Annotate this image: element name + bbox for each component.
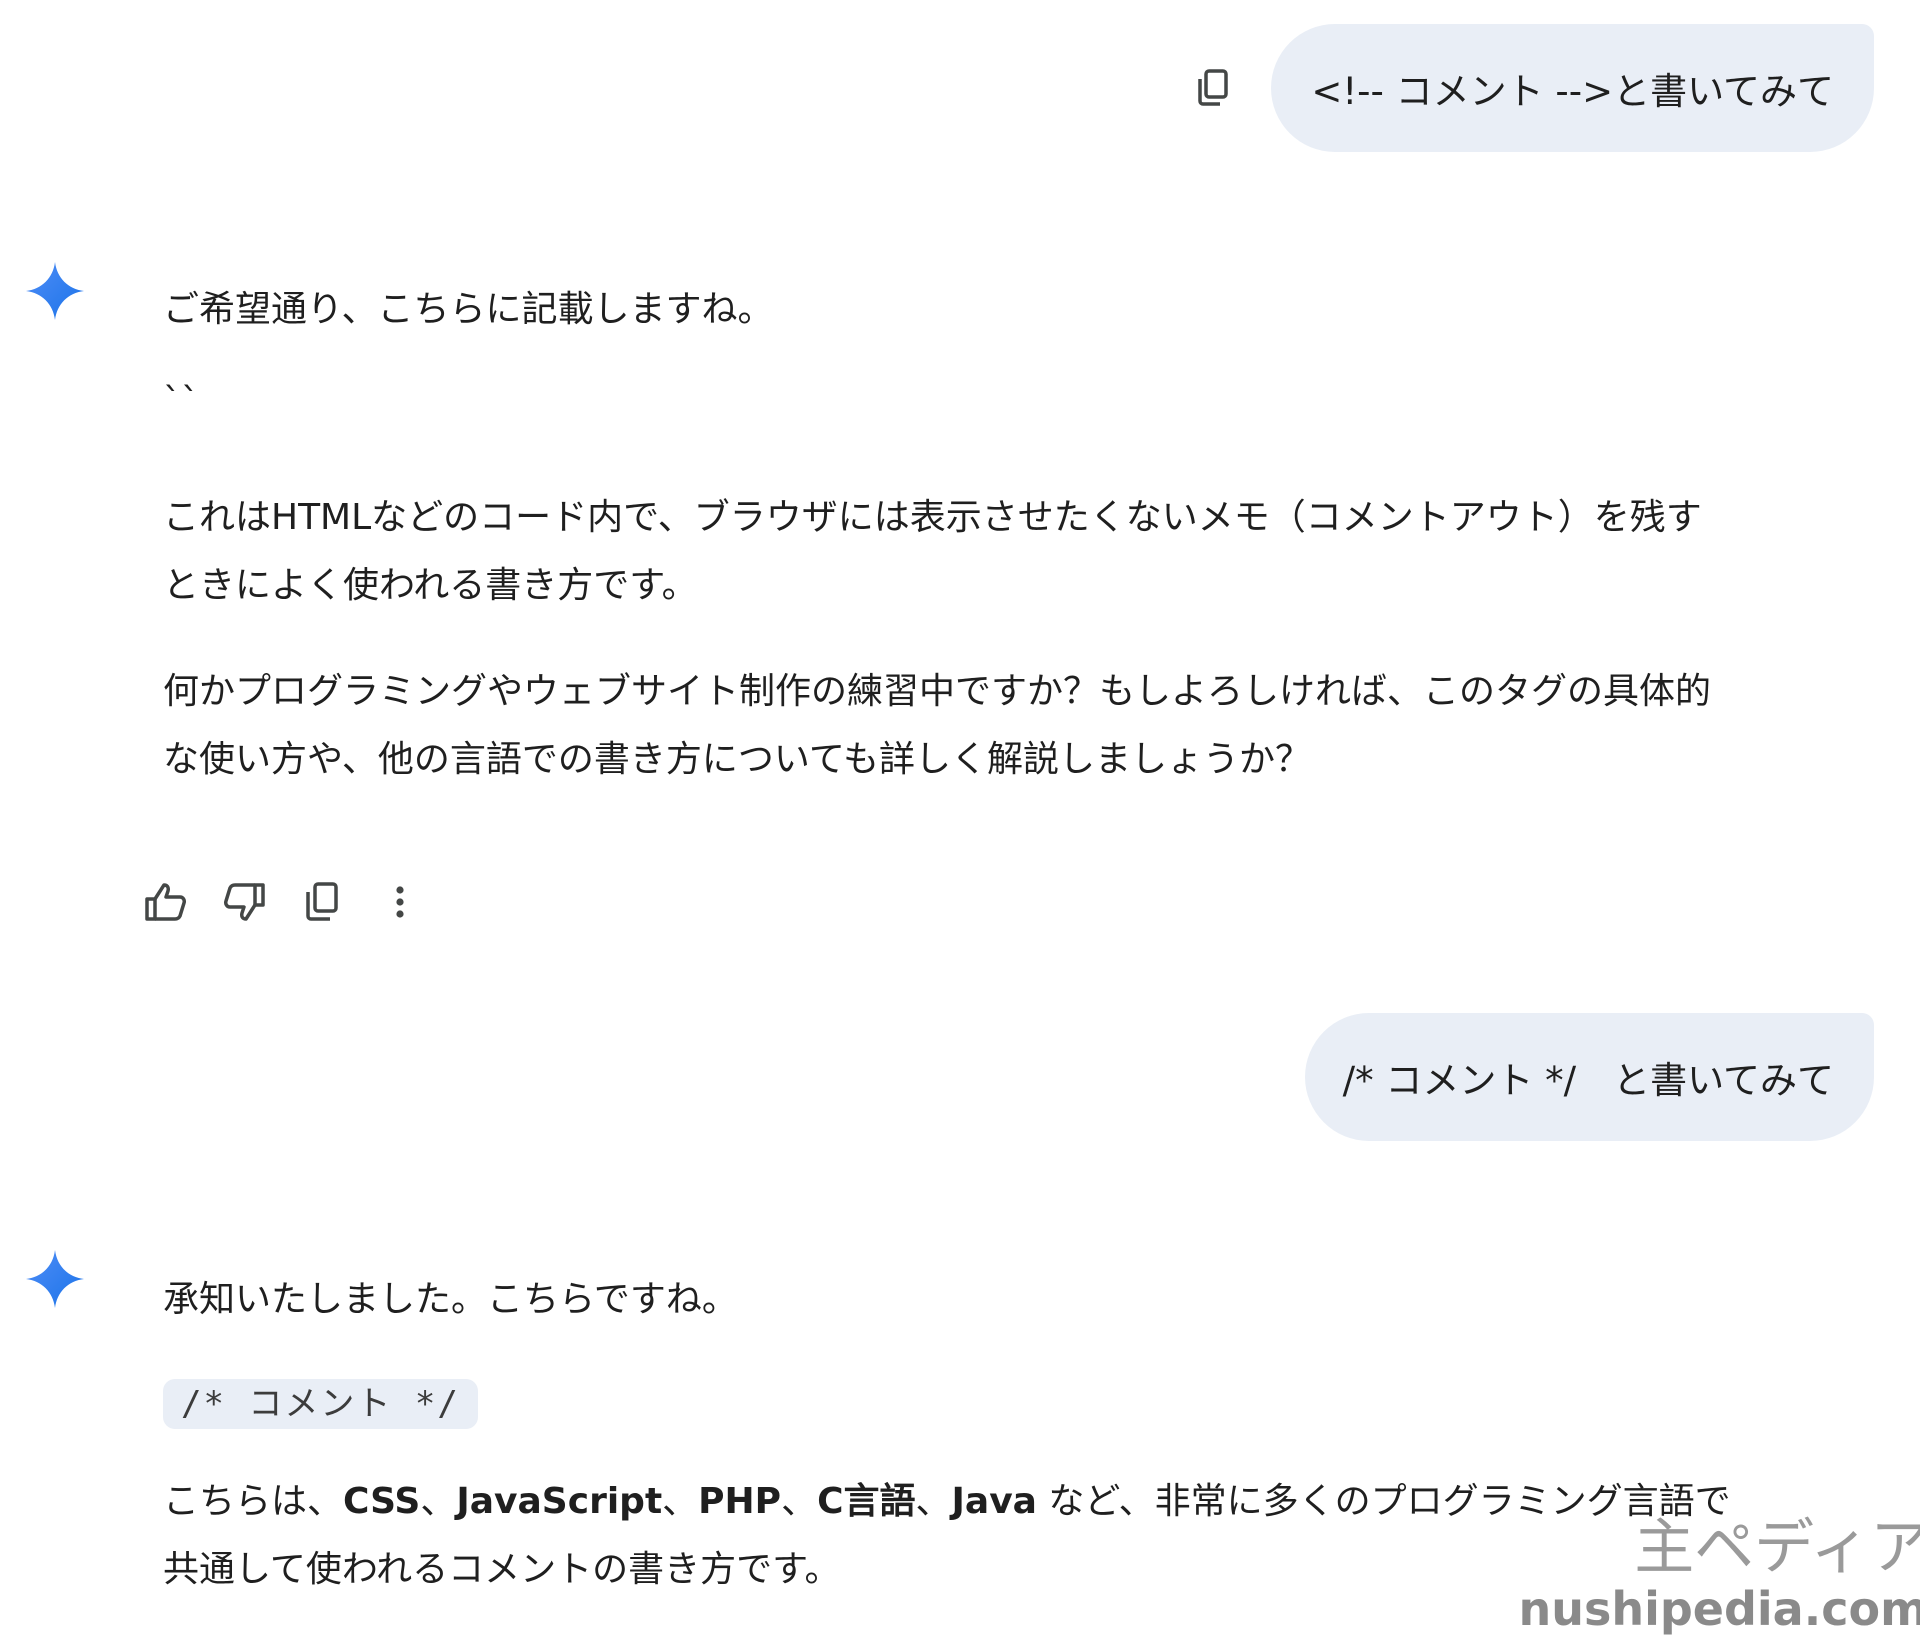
response-line: ご希望通り、こちらに記載しますね。: [163, 289, 774, 330]
separator: 、: [420, 1481, 457, 1522]
response-line: 承知いたしました。こちらですね。: [163, 1279, 738, 1320]
response-actions: [140, 876, 452, 928]
thumbs-up-icon[interactable]: [140, 876, 192, 928]
user-message-text-1: <!-- コメント -->と書いてみて: [1311, 70, 1834, 113]
text: など、非常に多くのプログラミング言語で: [1036, 1481, 1731, 1522]
user-message-bubble-1: <!-- コメント -->と書いてみて: [1271, 24, 1874, 152]
copy-icon[interactable]: [296, 876, 348, 928]
gemini-response-1: ご希望通り、こちらに記載しますね。 `` これはHTMLなどのコード内で、ブラウ…: [163, 276, 1863, 794]
more-vert-icon[interactable]: [374, 876, 426, 928]
gemini-sparkle-icon: [26, 1250, 84, 1308]
response-backticks: ``: [163, 381, 199, 422]
response-paragraph-line: これはHTMLなどのコード内で、ブラウザには表示させたくないメモ（コメントアウト…: [163, 497, 1702, 538]
code-chip-wrapper: /* コメント */: [163, 1370, 1863, 1438]
thumbs-down-icon[interactable]: [218, 876, 270, 928]
text: こちらは、: [163, 1481, 344, 1522]
response-paragraph-line: ときによく使われる書き方です。: [163, 565, 698, 606]
lang-c: C言語: [817, 1481, 916, 1522]
response-paragraph: 何かプログラミングやウェブサイト制作の練習中ですか？もしよろしければ、このタグの…: [163, 658, 1863, 794]
response-paragraph-line: 何かプログラミングやウェブサイト制作の練習中ですか？もしよろしければ、このタグの…: [163, 671, 1712, 712]
user-message-row-2: /* コメント */ と書いてみて: [1304, 1013, 1874, 1141]
lang-java: Java: [951, 1481, 1037, 1522]
response-paragraph-line: 共通して使われるコメントの書き方です。: [163, 1549, 841, 1590]
lang-php: PHP: [698, 1481, 782, 1522]
gemini-response-2: 承知いたしました。こちらですね。 /* コメント */ こちらは、CSS、Jav…: [163, 1266, 1863, 1604]
inline-code: /* コメント */: [163, 1379, 478, 1429]
copy-icon[interactable]: [1191, 66, 1235, 110]
gemini-sparkle-icon: [26, 262, 84, 320]
user-message-row-1: <!-- コメント -->と書いてみて: [1191, 24, 1874, 152]
response-paragraph-line: な使い方や、他の言語での書き方についても詳しく解説しましょうか？: [163, 739, 1312, 780]
lang-javascript: JavaScript: [456, 1481, 663, 1522]
watermark-url: nushipedia.com: [1518, 1582, 1920, 1636]
user-message-bubble-2: /* コメント */ と書いてみて: [1304, 1013, 1874, 1141]
response-paragraph: これはHTMLなどのコード内で、ブラウザには表示させたくないメモ（コメントアウト…: [163, 484, 1863, 620]
separator: 、: [662, 1481, 699, 1522]
separator: 、: [781, 1481, 818, 1522]
user-message-text-2: /* コメント */ と書いてみて: [1342, 1059, 1834, 1102]
lang-css: CSS: [343, 1481, 421, 1522]
watermark-jp: 主ペディア: [1634, 1513, 1920, 1583]
separator: 、: [915, 1481, 952, 1522]
